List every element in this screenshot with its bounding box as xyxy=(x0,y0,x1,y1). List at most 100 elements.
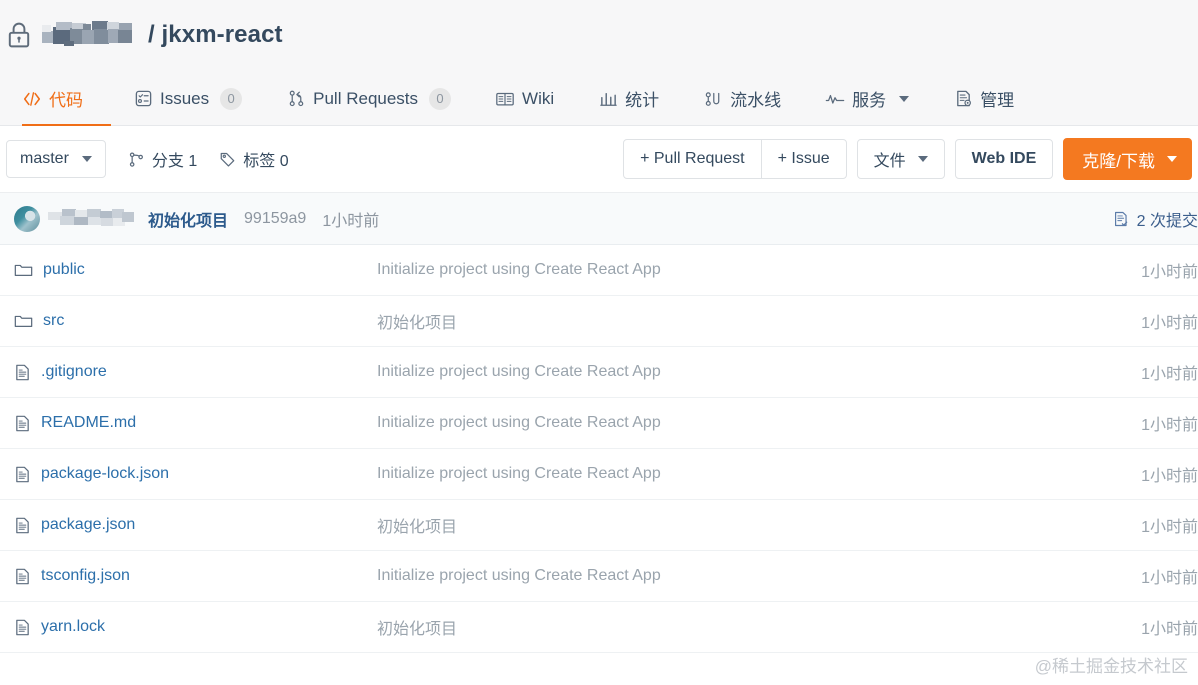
pull-request-icon xyxy=(286,89,306,109)
web-ide-button[interactable]: Web IDE xyxy=(954,139,1054,179)
folder-icon xyxy=(14,262,33,278)
tab-wiki[interactable]: Wiki xyxy=(473,71,576,126)
tag-icon xyxy=(219,151,236,168)
tab-issues[interactable]: Issues 0 xyxy=(111,71,264,126)
commits-count-label: 2 次提交 xyxy=(1136,212,1198,230)
new-issue-button[interactable]: + Issue xyxy=(760,139,847,179)
file-commit-message[interactable]: Initialize project using Create React Ap… xyxy=(377,261,1078,279)
chevron-down-icon xyxy=(917,156,928,162)
issues-count-badge: 0 xyxy=(220,87,243,110)
tab-pipeline[interactable]: 流水线 xyxy=(681,71,803,126)
latest-commit-message[interactable]: 初始化项目 xyxy=(148,207,228,231)
file-name-link[interactable]: src xyxy=(43,312,64,330)
file-name-cell: .gitignore xyxy=(14,363,377,382)
file-name-link[interactable]: package.json xyxy=(41,516,135,534)
table-row[interactable]: yarn.lock 初始化项目 1小时前 xyxy=(0,602,1198,653)
table-row[interactable]: public Initialize project using Create R… xyxy=(0,245,1198,296)
latest-commit-time: 1小时前 xyxy=(322,212,380,230)
latest-commit-sha[interactable]: 99159a9 xyxy=(244,210,306,228)
wiki-icon xyxy=(495,89,515,109)
file-icon xyxy=(14,363,31,382)
branch-selector[interactable]: master xyxy=(6,140,106,178)
file-commit-time: 1小时前 xyxy=(1141,315,1198,332)
activity-icon xyxy=(825,89,845,109)
file-name-cell: tsconfig.json xyxy=(14,567,377,586)
file-name-link[interactable]: .gitignore xyxy=(41,363,107,381)
code-icon xyxy=(22,89,42,109)
file-icon xyxy=(14,516,31,535)
file-commit-time: 1小时前 xyxy=(1141,570,1198,587)
file-commit-message[interactable]: 初始化项目 xyxy=(377,309,1078,333)
clone-download-label: 克隆/下载 xyxy=(1082,151,1155,171)
repo-nav-tabs: 代码 Issues 0 Pull Requests 0 Wiki 统计 流水线 … xyxy=(0,70,1198,127)
table-row[interactable]: package-lock.json Initialize project usi… xyxy=(0,449,1198,500)
file-commit-message[interactable]: Initialize project using Create React Ap… xyxy=(377,465,1078,483)
new-pull-request-button[interactable]: + Pull Request xyxy=(623,139,762,179)
files-menu-label: 文件 xyxy=(873,153,906,170)
file-name-link[interactable]: README.md xyxy=(41,414,136,432)
file-commit-time: 1小时前 xyxy=(1141,519,1198,536)
repo-title-bar: / jkxm-react xyxy=(0,0,1198,70)
file-commit-message[interactable]: Initialize project using Create React Ap… xyxy=(377,414,1078,432)
tab-label: 统计 xyxy=(625,91,660,110)
table-row[interactable]: package.json 初始化项目 1小时前 xyxy=(0,500,1198,551)
file-name-cell: yarn.lock xyxy=(14,618,377,637)
repo-name[interactable]: / jkxm-react xyxy=(148,23,283,47)
table-row[interactable]: README.md Initialize project using Creat… xyxy=(0,398,1198,449)
commits-count-link[interactable]: 2 次提交 xyxy=(1112,207,1198,231)
file-name-link[interactable]: tsconfig.json xyxy=(41,567,130,585)
folder-icon xyxy=(14,313,33,329)
branch-selector-label: master xyxy=(20,150,69,167)
file-name-link[interactable]: public xyxy=(43,261,85,279)
tags-link[interactable]: 标签 0 xyxy=(219,147,289,171)
issue-icon xyxy=(133,89,153,109)
table-row[interactable]: tsconfig.json Initialize project using C… xyxy=(0,551,1198,602)
tab-statistics[interactable]: 统计 xyxy=(576,71,681,126)
tab-services[interactable]: 服务 xyxy=(803,71,931,126)
repo-toolbar: master 分支 1 标签 0 + Pull Request + Issue … xyxy=(0,126,1198,193)
file-name-cell: src xyxy=(14,312,377,330)
repository-page: / jkxm-react 代码 Issues 0 Pull Requests 0… xyxy=(0,0,1198,685)
owner-name-redacted[interactable] xyxy=(42,21,138,49)
clone-download-button[interactable]: 克隆/下载 xyxy=(1063,138,1192,180)
tab-pull-requests[interactable]: Pull Requests 0 xyxy=(264,71,473,126)
file-commit-message[interactable]: Initialize project using Create React Ap… xyxy=(377,567,1078,585)
lock-icon xyxy=(6,20,32,50)
file-commit-time: 1小时前 xyxy=(1141,468,1198,485)
file-commit-time: 1小时前 xyxy=(1141,417,1198,434)
tags-label: 标签 0 xyxy=(243,153,289,170)
chevron-down-icon xyxy=(899,95,910,102)
file-name-cell: README.md xyxy=(14,414,377,433)
tab-label: Wiki xyxy=(522,88,555,108)
commit-history-icon xyxy=(1112,210,1130,228)
tab-label: 服务 xyxy=(852,91,887,110)
file-commit-message[interactable]: Initialize project using Create React Ap… xyxy=(377,363,1078,381)
table-row[interactable]: .gitignore Initialize project using Crea… xyxy=(0,347,1198,398)
chart-icon xyxy=(598,89,618,109)
files-menu-button[interactable]: 文件 xyxy=(856,139,945,179)
file-name-link[interactable]: package-lock.json xyxy=(41,465,169,483)
settings-doc-icon xyxy=(953,89,973,109)
file-commit-message[interactable]: 初始化项目 xyxy=(377,615,1078,639)
latest-commit-bar: 初始化项目 99159a9 1小时前 2 次提交 xyxy=(0,193,1198,245)
file-commit-message[interactable]: 初始化项目 xyxy=(377,513,1078,537)
commit-author-redacted[interactable] xyxy=(48,208,134,229)
file-name-link[interactable]: yarn.lock xyxy=(41,618,105,636)
tab-label: 流水线 xyxy=(730,91,782,110)
tab-code[interactable]: 代码 xyxy=(22,71,111,127)
branches-link[interactable]: 分支 1 xyxy=(128,147,197,171)
tab-label: Issues xyxy=(160,88,210,108)
avatar[interactable] xyxy=(14,205,40,232)
create-button-group: + Pull Request + Issue xyxy=(623,139,847,179)
file-name-cell: package.json xyxy=(14,516,377,535)
pipeline-icon xyxy=(703,89,723,109)
tab-label: Pull Requests xyxy=(313,88,419,108)
tab-manage[interactable]: 管理 xyxy=(931,71,1036,126)
page-header: / jkxm-react 代码 Issues 0 Pull Requests 0… xyxy=(0,0,1198,127)
file-name-cell: package-lock.json xyxy=(14,465,377,484)
branches-label: 分支 1 xyxy=(151,153,198,170)
pull-requests-count-badge: 0 xyxy=(429,87,452,110)
table-row[interactable]: src 初始化项目 1小时前 xyxy=(0,296,1198,347)
tab-label: 代码 xyxy=(49,91,83,110)
file-icon xyxy=(14,567,31,586)
